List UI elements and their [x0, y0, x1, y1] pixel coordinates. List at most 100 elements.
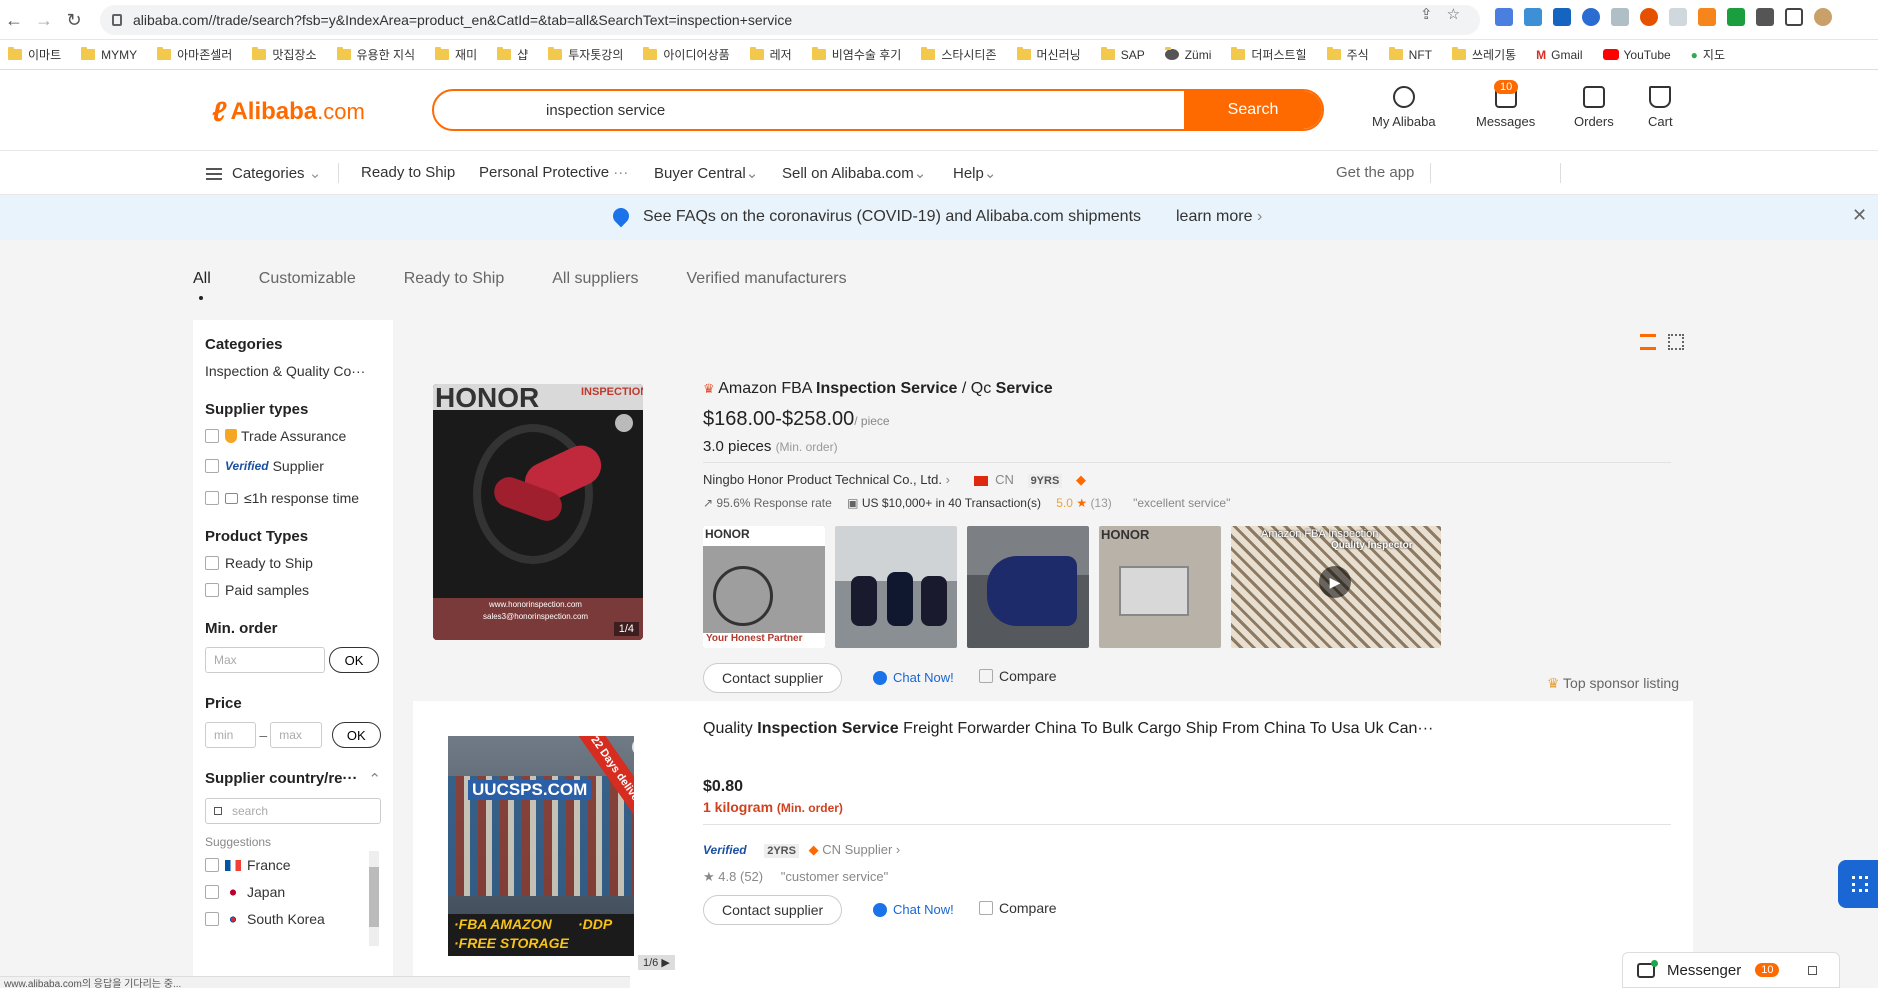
tab-verified-manufacturers[interactable]: Verified manufacturers	[687, 270, 847, 288]
floating-side-menu[interactable]	[1838, 860, 1878, 908]
thumbnail-image[interactable]: HONOR	[1099, 526, 1221, 648]
back-icon[interactable]: ←	[2, 8, 26, 32]
bookmark-item[interactable]: SAP	[1100, 47, 1145, 62]
checkbox[interactable]	[205, 556, 219, 570]
thumbnail-image[interactable]: HONOR Your Honest Partner	[703, 526, 825, 648]
metamask-fox-icon[interactable]	[1698, 8, 1716, 26]
play-icon[interactable]: ▶	[1319, 566, 1351, 598]
tab-ready-to-ship[interactable]: Ready to Ship	[404, 270, 505, 288]
extension-icon[interactable]	[1611, 8, 1629, 26]
checkbox[interactable]	[205, 429, 219, 443]
sidebar-toggle-icon[interactable]	[1785, 8, 1803, 26]
favorite-heart-icon[interactable]	[615, 414, 633, 432]
tab-customizable[interactable]: Customizable	[259, 270, 356, 288]
puzzle-icon[interactable]	[1756, 8, 1774, 26]
my-alibaba-link[interactable]: My Alibaba	[1372, 86, 1436, 129]
bookmark-item[interactable]: MYMY	[81, 47, 137, 62]
checkbox[interactable]	[205, 491, 219, 505]
bookmark-item[interactable]: 아이디어상품	[643, 46, 730, 63]
bookmark-item[interactable]: 주식	[1326, 46, 1369, 63]
nav-buyer-central[interactable]: Buyer Central⌄	[654, 164, 758, 182]
address-bar[interactable]: alibaba.com//trade/search?fsb=y&IndexAre…	[100, 5, 1480, 35]
bookmark-star-icon[interactable]: ☆	[1447, 5, 1460, 23]
url-text[interactable]: alibaba.com//trade/search?fsb=y&IndexAre…	[133, 12, 792, 28]
bookmark-item[interactable]: NFT	[1388, 47, 1432, 62]
forward-icon[interactable]: →	[32, 8, 56, 32]
trade-assurance-filter[interactable]: Trade Assurance	[205, 428, 381, 444]
bookmark-item[interactable]: 쓰레기통	[1452, 46, 1516, 63]
profile-avatar[interactable]	[1814, 8, 1832, 26]
product-card[interactable]: UUCSPS.COM 22 Days delivery ·FBA AMAZON …	[413, 701, 1693, 988]
bookmark-item[interactable]: 맛집장소	[252, 46, 317, 63]
video-thumbnail[interactable]: Amazon FBA Inspection Quality Inspector …	[1231, 526, 1441, 648]
checkbox[interactable]	[205, 583, 219, 597]
shield-extension-icon[interactable]	[1669, 8, 1687, 26]
nav-personal-protective[interactable]: Personal Protective ···	[479, 164, 628, 181]
close-icon[interactable]: ✕	[1852, 205, 1867, 226]
price-min-input[interactable]: min	[205, 722, 257, 748]
product-title[interactable]: Quality Inspection Service Freight Forwa…	[703, 720, 1433, 738]
country-search-input[interactable]: search	[205, 798, 381, 824]
thumbnail-image[interactable]	[835, 526, 957, 648]
paid-samples-filter[interactable]: Paid samples	[205, 582, 381, 598]
cart-link[interactable]: Cart	[1648, 86, 1673, 129]
bookmark-item[interactable]: ● 지도	[1691, 46, 1725, 63]
checkbox[interactable]	[979, 901, 993, 915]
bookmark-item[interactable]: YouTube	[1602, 48, 1671, 62]
share-icon[interactable]: ⇪	[1420, 5, 1433, 23]
maximize-icon[interactable]	[1808, 966, 1817, 975]
tab-all[interactable]: All	[193, 270, 211, 300]
price-max-input[interactable]: max	[270, 722, 322, 748]
supplier-country[interactable]: CN Supplier	[822, 842, 892, 857]
bookmark-item[interactable]: 비염수술 후기	[811, 46, 901, 63]
product-image[interactable]: UUCSPS.COM 22 Days delivery ·FBA AMAZON …	[448, 736, 634, 956]
bookmark-item[interactable]: 투자톳강의	[548, 46, 623, 63]
thumbnail-image[interactable]	[967, 526, 1089, 648]
review-count[interactable]: (52)	[740, 869, 763, 884]
bookmark-item[interactable]: 아마존셀러	[157, 46, 232, 63]
scrollbar-thumb[interactable]	[369, 867, 379, 927]
messages-link[interactable]: 10 Messages	[1476, 80, 1535, 129]
contact-supplier-button[interactable]: Contact supplier	[703, 663, 843, 693]
min-order-input[interactable]: Max	[205, 647, 325, 673]
supplier-country-heading[interactable]: Supplier country/re··· ⌃	[205, 770, 381, 788]
scrollbar[interactable]	[369, 851, 379, 946]
translate-extension-icon[interactable]	[1495, 8, 1513, 26]
extension-icon[interactable]	[1553, 8, 1571, 26]
bookmark-item[interactable]: 이마트	[8, 46, 61, 63]
nav-ready-to-ship[interactable]: Ready to Ship	[361, 164, 455, 181]
bookmark-item[interactable]: Zümi	[1164, 47, 1211, 62]
bookmark-item[interactable]: 머신러닝	[1016, 46, 1081, 63]
categories-menu[interactable]: Categories ⌄	[206, 164, 321, 182]
extension-icon[interactable]	[1582, 8, 1600, 26]
orders-link[interactable]: Orders	[1574, 86, 1614, 129]
get-the-app-link[interactable]: Get the app	[1336, 164, 1414, 181]
contact-supplier-button[interactable]: Contact supplier	[703, 895, 843, 925]
country-south-korea[interactable]: South Korea	[205, 911, 381, 927]
product-title[interactable]: ♛ Amazon FBA Inspection Service / Qc Ser…	[703, 380, 1053, 398]
bookmark-item[interactable]: 유용한 지식	[336, 46, 415, 63]
search-button[interactable]: Search	[1184, 91, 1322, 129]
reload-icon[interactable]: ↻	[62, 8, 86, 32]
bookmark-item[interactable]: 더퍼스트힐	[1231, 46, 1307, 63]
alibaba-logo[interactable]: ℓ Alibaba .com	[212, 96, 365, 128]
checkbox[interactable]	[205, 858, 219, 872]
min-order-ok-button[interactable]: OK	[329, 647, 379, 673]
country-france[interactable]: France	[205, 857, 381, 873]
review-count[interactable]: (13)	[1090, 496, 1111, 510]
compare-checkbox[interactable]: Compare	[979, 900, 1057, 916]
play-icon[interactable]: ▶	[661, 957, 669, 969]
product-card[interactable]: HONOR INSPECTION www.honorinspection.com…	[413, 368, 1693, 698]
checkbox[interactable]	[979, 669, 993, 683]
product-image[interactable]: HONOR INSPECTION www.honorinspection.com…	[433, 384, 643, 640]
search-input[interactable]	[434, 91, 1186, 129]
list-view-icon[interactable]	[1640, 334, 1656, 350]
ready-to-ship-filter[interactable]: Ready to Ship	[205, 555, 381, 571]
supplier-name[interactable]: Ningbo Honor Product Technical Co., Ltd.	[703, 472, 942, 487]
verified-supplier-filter[interactable]: Verified Supplier	[205, 458, 381, 474]
compare-checkbox[interactable]: Compare	[979, 668, 1057, 684]
extension-icon[interactable]	[1524, 8, 1542, 26]
learn-more-link[interactable]: learn more ›	[1176, 208, 1262, 226]
bookmark-item[interactable]: M Gmail	[1536, 48, 1582, 62]
favorite-heart-icon[interactable]	[632, 738, 634, 756]
